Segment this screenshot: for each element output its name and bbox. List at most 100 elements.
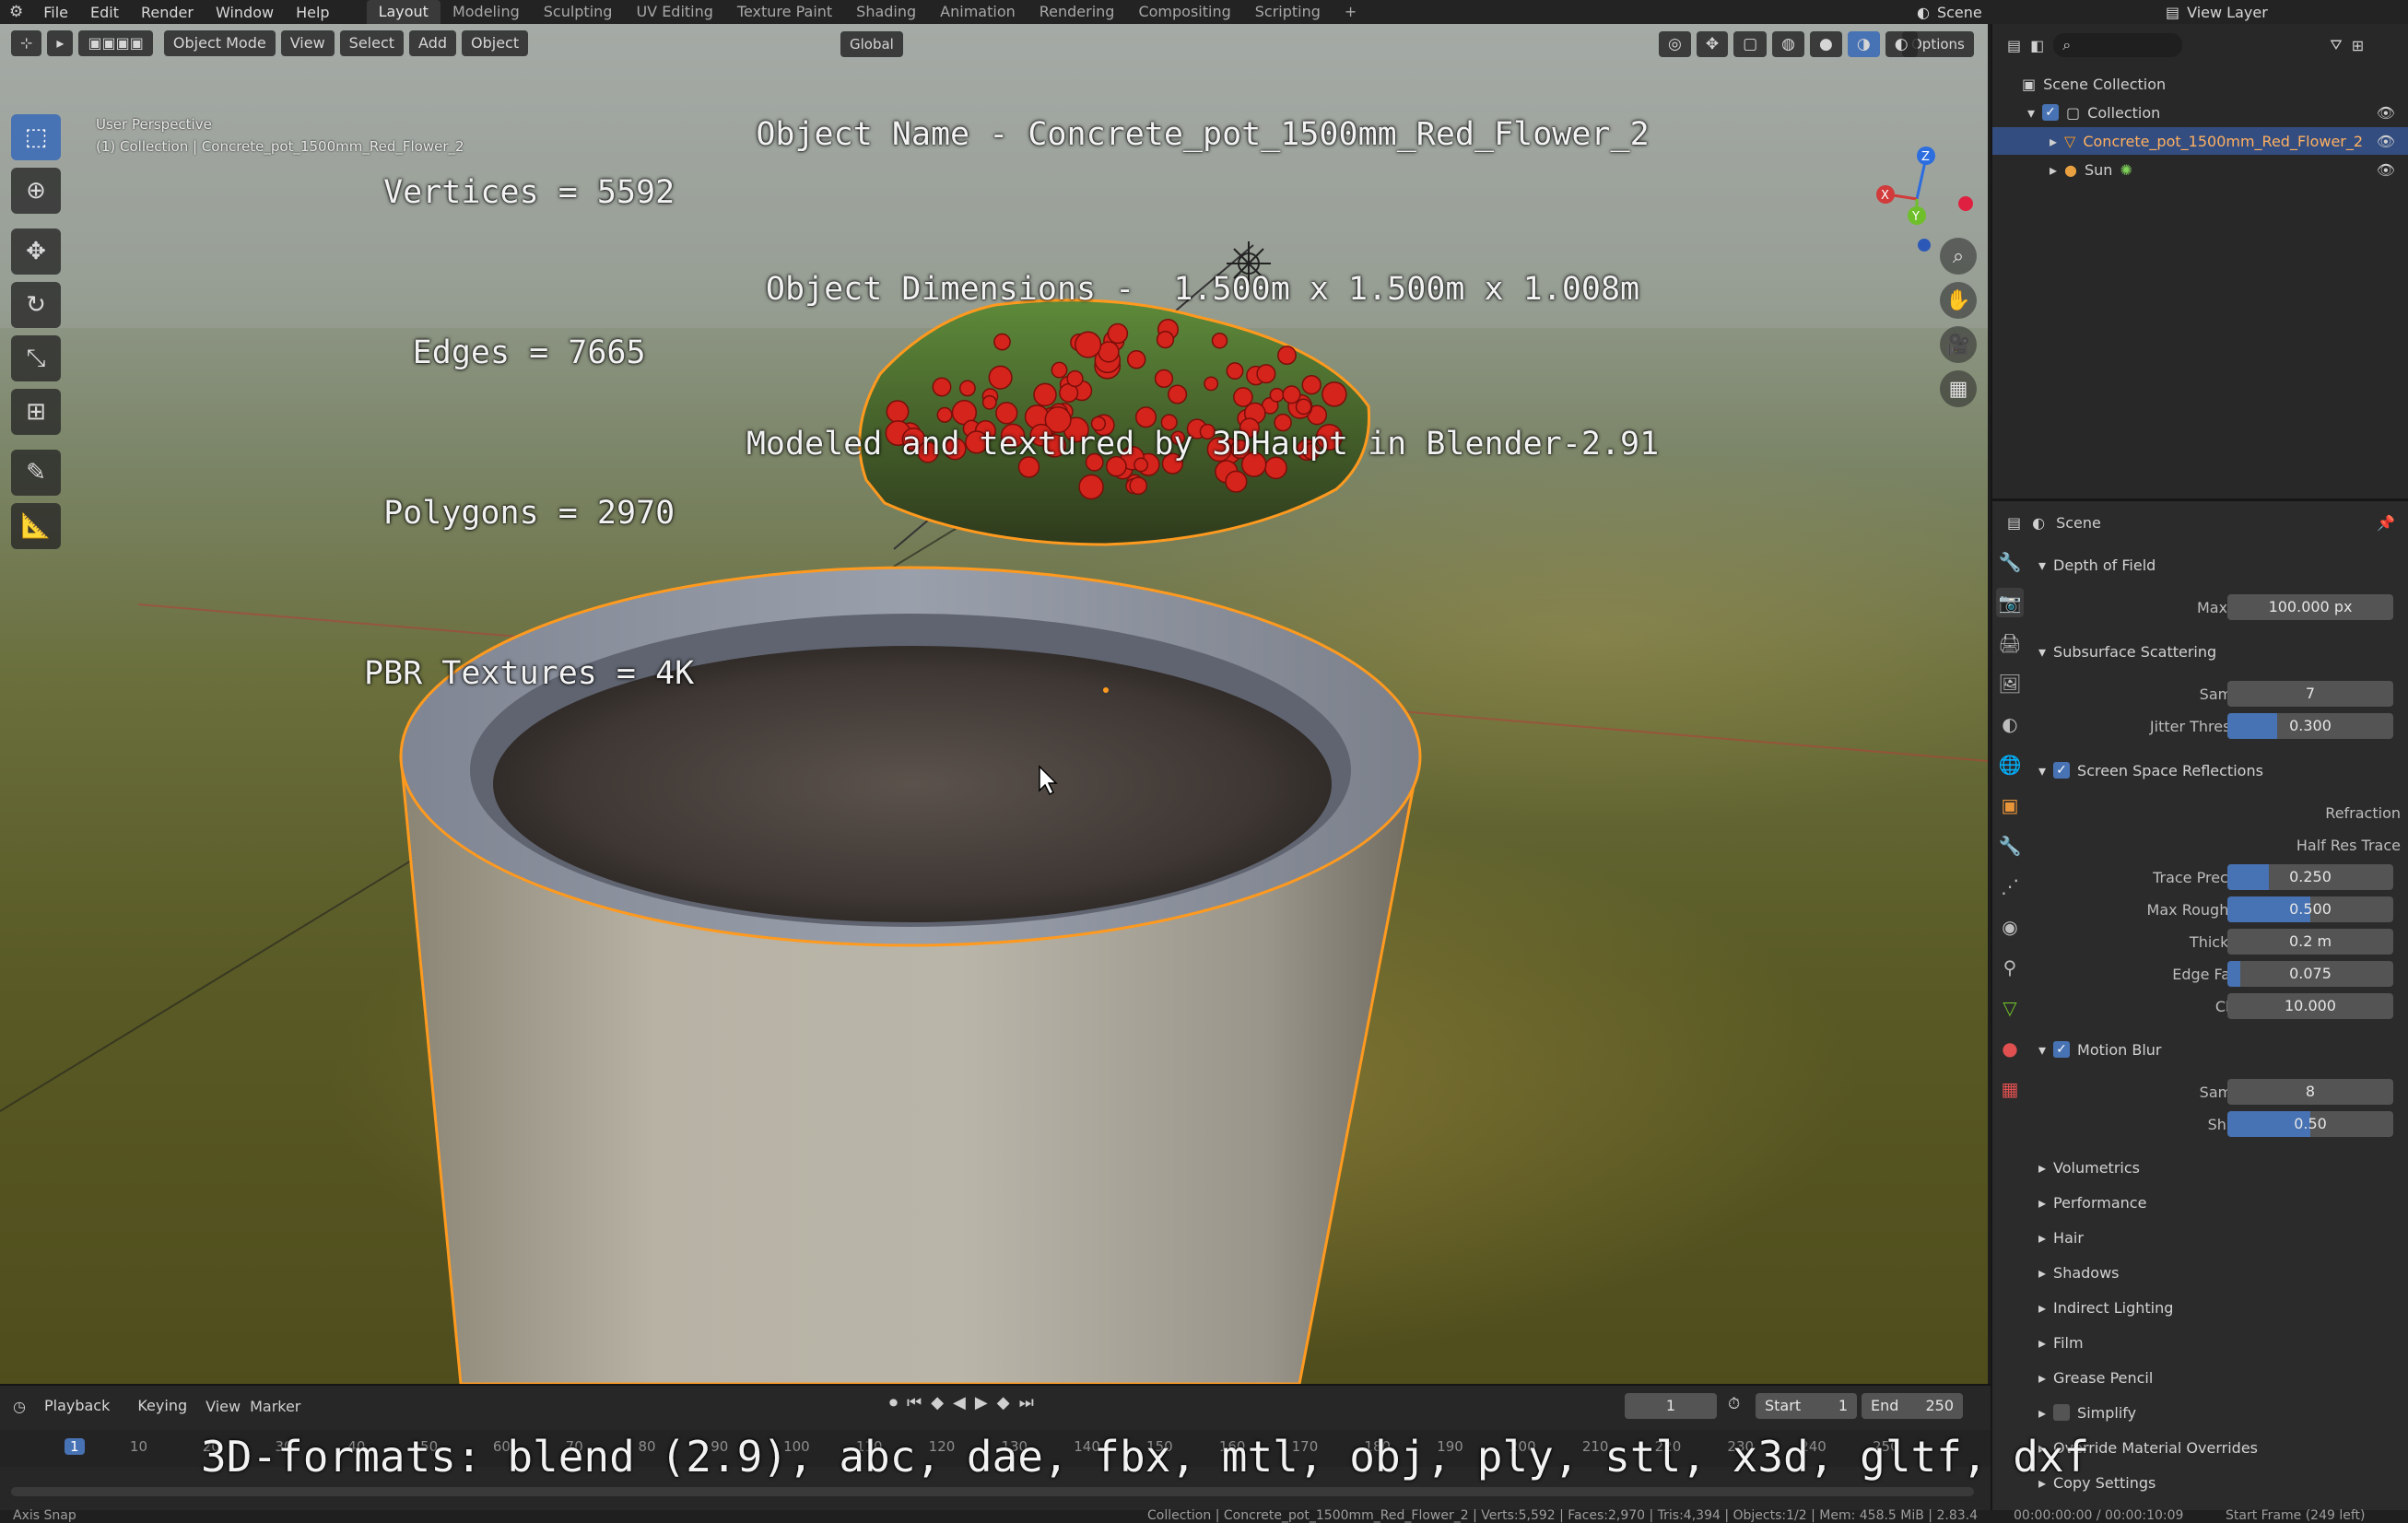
tab-scripting[interactable]: Scripting bbox=[1243, 0, 1333, 24]
section-volumetrics[interactable]: ▸ Volumetrics bbox=[2029, 1154, 2408, 1181]
mb-samples-field[interactable]: 8 bbox=[2227, 1079, 2393, 1105]
pan-hand-icon[interactable]: ✋ bbox=[1940, 282, 1977, 319]
section-simplify[interactable]: ▸ Simplify bbox=[2029, 1399, 2408, 1426]
material-tab-icon[interactable]: ● bbox=[1996, 1034, 2024, 1063]
gizmo-icon[interactable]: ✥ bbox=[1696, 31, 1729, 57]
section-screen-space-reflections[interactable]: ▾ ✓ Screen Space Reflections bbox=[2029, 756, 2408, 784]
tab-compositing[interactable]: Compositing bbox=[1126, 0, 1242, 24]
record-icon[interactable]: ⏺ bbox=[889, 1393, 898, 1412]
menu-view[interactable]: View bbox=[280, 30, 335, 56]
properties-editor-icon[interactable]: ▤ bbox=[2007, 514, 2021, 532]
rendered-shading-icon[interactable]: ◐ bbox=[1885, 31, 1918, 57]
outliner-row-selected[interactable]: ▸ ▽ Concrete_pot_1500mm_Red_Flower_2 👁 bbox=[1992, 127, 2408, 155]
tab-sculpting[interactable]: Sculpting bbox=[532, 0, 625, 24]
ssr-checkbox[interactable]: ✓ bbox=[2053, 762, 2071, 779]
modifier-tab-icon[interactable]: 🔧 bbox=[1996, 831, 2024, 861]
display-mode-icon[interactable]: ◧ bbox=[2030, 37, 2044, 54]
section-depth-of-field[interactable]: ▾ Depth of Field bbox=[2029, 551, 2408, 579]
start-frame-field[interactable]: Start 1 bbox=[1756, 1393, 1857, 1419]
play-icon[interactable]: ▶ bbox=[975, 1393, 988, 1412]
3d-viewport[interactable]: ⊹ ▸ ▣▣▣▣ Object Mode View Select Add Obj… bbox=[0, 24, 1988, 1384]
marker-menu[interactable]: Marker bbox=[250, 1398, 300, 1415]
end-frame-field[interactable]: End 250 bbox=[1862, 1393, 1963, 1419]
outliner-editor-icon[interactable]: ▤ bbox=[2007, 37, 2021, 54]
xray-icon[interactable]: ▢ bbox=[1733, 31, 1768, 57]
menu-select[interactable]: Select bbox=[339, 30, 405, 56]
render-tab-icon[interactable]: 📷 bbox=[1996, 588, 2024, 617]
shutter-slider[interactable]: 0.50 bbox=[2227, 1111, 2393, 1137]
outliner-search[interactable]: ⌕ bbox=[2053, 33, 2183, 57]
outliner-row[interactable]: ▾ ✓ ▢ Collection 👁 bbox=[1992, 99, 2408, 126]
tab-texture-paint[interactable]: Texture Paint bbox=[725, 0, 844, 24]
ortho-grid-icon[interactable]: ▦ bbox=[1940, 370, 1977, 407]
view-layer-selector[interactable]: ▤ View Layer bbox=[2166, 0, 2268, 24]
scene-tab-icon[interactable]: ◐ bbox=[1996, 709, 2024, 739]
edge-fading-slider[interactable]: 0.075 bbox=[2227, 961, 2393, 987]
tab-animation[interactable]: Animation bbox=[928, 0, 1028, 24]
add-workspace-button[interactable]: + bbox=[1333, 0, 1368, 24]
tab-shading[interactable]: Shading bbox=[844, 0, 928, 24]
play-reverse-icon[interactable]: ◀ bbox=[953, 1393, 966, 1412]
view-layer-tab-icon[interactable]: 🖼 bbox=[1996, 669, 2024, 698]
wireframe-shading-icon[interactable]: ◍ bbox=[1772, 31, 1804, 57]
tool-tab-icon[interactable]: 🔧 bbox=[1996, 547, 2024, 577]
cursor-icon[interactable]: ⊕ bbox=[11, 168, 61, 214]
constraints-tab-icon[interactable]: ⚲ bbox=[1996, 953, 2024, 982]
annotate-icon[interactable]: ✎ bbox=[11, 450, 61, 496]
jump-end-icon[interactable]: ⏭ bbox=[1019, 1393, 1034, 1412]
section-film[interactable]: ▸ Film bbox=[2029, 1329, 2408, 1356]
particles-tab-icon[interactable]: ⋰ bbox=[1996, 872, 2024, 901]
menu-object[interactable]: Object bbox=[462, 30, 529, 56]
output-tab-icon[interactable]: 🖨 bbox=[1996, 628, 2024, 658]
visibility-eye-icon[interactable]: 👁 bbox=[2377, 133, 2395, 150]
max-roughness-slider[interactable]: 0.500 bbox=[2227, 896, 2393, 922]
menu-edit[interactable]: Edit bbox=[79, 4, 130, 21]
navigation-gizmo[interactable]: Z X Y bbox=[1862, 125, 1981, 254]
expand-arrow-icon[interactable]: ▸ bbox=[2050, 161, 2057, 179]
move-icon[interactable]: ✥ bbox=[11, 228, 61, 275]
material-shading-icon[interactable]: ◑ bbox=[1847, 31, 1880, 57]
clock-icon[interactable]: ⏱ bbox=[1728, 1395, 1740, 1413]
transform-icon[interactable]: ⊞ bbox=[11, 389, 61, 435]
section-hair[interactable]: ▸ Hair bbox=[2029, 1224, 2408, 1251]
menu-add[interactable]: Add bbox=[409, 30, 457, 56]
texture-tab-icon[interactable]: ▦ bbox=[1996, 1074, 2024, 1104]
jitter-threshold-slider[interactable]: 0.300 bbox=[2227, 713, 2393, 739]
mode-dropdown[interactable]: Object Mode bbox=[163, 30, 276, 56]
data-tab-icon[interactable]: ▽ bbox=[1996, 993, 2024, 1023]
simplify-checkbox[interactable] bbox=[2053, 1404, 2071, 1421]
new-collection-icon[interactable]: ⊞ bbox=[2352, 37, 2364, 54]
current-frame-field[interactable]: 1 bbox=[1625, 1393, 1717, 1419]
tab-modeling[interactable]: Modeling bbox=[440, 0, 532, 24]
menu-render[interactable]: Render bbox=[130, 4, 205, 21]
motion-blur-checkbox[interactable]: ✓ bbox=[2053, 1041, 2071, 1058]
clamp-field[interactable]: 10.000 bbox=[2227, 993, 2393, 1019]
max-size-field[interactable]: 100.000 px bbox=[2227, 594, 2393, 620]
measure-icon[interactable]: 📐 bbox=[11, 503, 61, 549]
visibility-eye-icon[interactable]: 👁 bbox=[2377, 104, 2395, 122]
jump-start-icon[interactable]: ⏮ bbox=[907, 1393, 922, 1412]
section-motion-blur[interactable]: ▾ ✓ Motion Blur bbox=[2029, 1036, 2408, 1063]
rotate-icon[interactable]: ↻ bbox=[11, 282, 61, 328]
next-keyframe-icon[interactable]: ◆ bbox=[997, 1393, 1010, 1412]
section-indirect-lighting[interactable]: ▸ Indirect Lighting bbox=[2029, 1294, 2408, 1321]
current-frame-marker[interactable]: 1 bbox=[65, 1438, 85, 1455]
expand-arrow-icon[interactable]: ▾ bbox=[2027, 104, 2035, 122]
keying-menu[interactable]: Keying bbox=[128, 1393, 197, 1419]
tab-rendering[interactable]: Rendering bbox=[1028, 0, 1127, 24]
section-performance[interactable]: ▸ Performance bbox=[2029, 1189, 2408, 1216]
menu-window[interactable]: Window bbox=[205, 4, 285, 21]
outliner-row[interactable]: ▣ Scene Collection bbox=[1992, 70, 2408, 98]
playback-menu[interactable]: Playback bbox=[34, 1393, 120, 1419]
blender-logo-icon[interactable]: ⚙ bbox=[0, 3, 32, 21]
scene-selector[interactable]: ◐ Scene bbox=[1917, 0, 1982, 24]
timeline-view-menu[interactable]: View bbox=[206, 1398, 241, 1415]
timeline-scrollbar[interactable] bbox=[11, 1487, 1974, 1496]
collection-checkbox[interactable]: ✓ bbox=[2042, 104, 2060, 121]
select-box-icon[interactable]: ⬚ bbox=[11, 114, 61, 160]
tab-uv-editing[interactable]: UV Editing bbox=[624, 0, 724, 24]
timeline-editor-icon[interactable]: ◷ bbox=[13, 1398, 26, 1415]
trace-precision-slider[interactable]: 0.250 bbox=[2227, 864, 2393, 890]
thickness-field[interactable]: 0.2 m bbox=[2227, 929, 2393, 955]
camera-view-icon[interactable]: 🎥 bbox=[1940, 326, 1977, 363]
